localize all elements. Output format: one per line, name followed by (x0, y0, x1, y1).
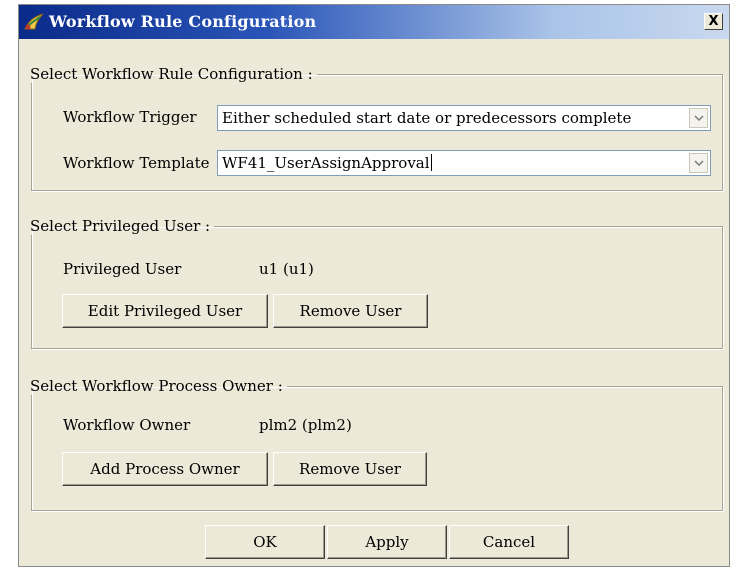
privileged-user-legend: Select Privileged User : (30, 217, 211, 235)
chevron-down-icon (694, 160, 704, 166)
workflow-owner-label: Workflow Owner (63, 416, 191, 434)
privileged-user-label: Privileged User (63, 260, 182, 278)
close-button[interactable]: X (704, 13, 723, 30)
workflow-trigger-value: Either scheduled start date or predecess… (222, 109, 632, 127)
window-title: Workflow Rule Configuration (49, 12, 317, 31)
trigger-dropdown-button[interactable] (689, 108, 708, 128)
apply-button[interactable]: Apply (327, 525, 447, 559)
workflow-rule-dialog: Workflow Rule Configuration X Select Wor… (18, 4, 730, 567)
workflow-app-icon (23, 12, 45, 32)
workflow-template-value: WF41_UserAssignApproval (222, 154, 430, 172)
workflow-trigger-select[interactable]: Either scheduled start date or predecess… (217, 105, 711, 131)
edit-privileged-user-button[interactable]: Edit Privileged User (62, 294, 268, 328)
rule-config-legend: Select Workflow Rule Configuration : (30, 65, 313, 83)
workflow-owner-value: plm2 (plm2) (259, 416, 352, 434)
ok-button[interactable]: OK (205, 525, 325, 559)
remove-process-owner-button[interactable]: Remove User (273, 452, 427, 486)
template-dropdown-button[interactable] (689, 153, 708, 173)
remove-privileged-user-button[interactable]: Remove User (273, 294, 428, 328)
privileged-user-group: Select Privileged User : (30, 217, 723, 349)
privileged-user-value: u1 (u1) (259, 260, 314, 278)
title-bar[interactable]: Workflow Rule Configuration X (19, 5, 729, 39)
close-icon: X (708, 14, 719, 29)
process-owner-legend: Select Workflow Process Owner : (30, 377, 283, 395)
chevron-down-icon (694, 115, 704, 121)
process-owner-group: Select Workflow Process Owner : (30, 377, 723, 511)
workflow-template-label: Workflow Template (63, 154, 210, 172)
workflow-template-select[interactable]: WF41_UserAssignApproval (217, 150, 711, 176)
add-process-owner-button[interactable]: Add Process Owner (62, 452, 268, 486)
cancel-button[interactable]: Cancel (449, 525, 569, 559)
workflow-trigger-label: Workflow Trigger (63, 108, 197, 126)
